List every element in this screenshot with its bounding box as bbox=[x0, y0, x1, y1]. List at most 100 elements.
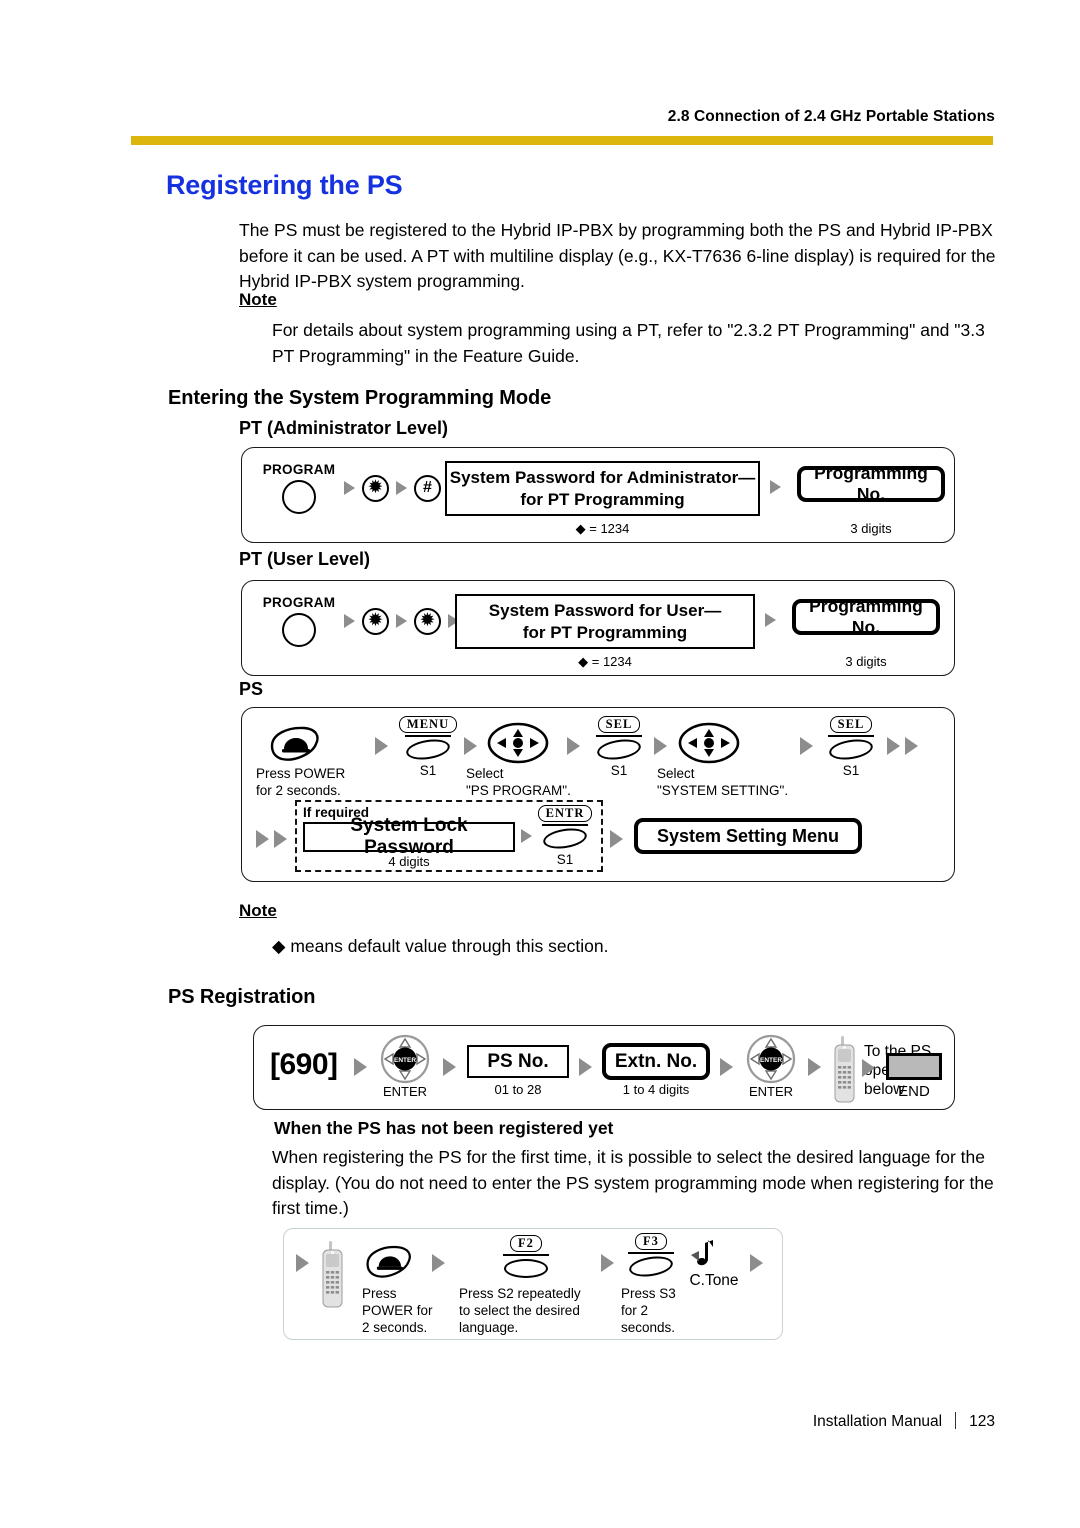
arrow-icon bbox=[256, 830, 269, 848]
arrow-icon bbox=[274, 830, 287, 848]
page-title: Registering the PS bbox=[166, 170, 403, 200]
power-caption-line2: for 2 seconds. bbox=[256, 783, 341, 798]
program-code-690: [690] bbox=[270, 1048, 338, 1081]
lang-step1-line2: POWER for bbox=[362, 1303, 433, 1318]
tone-label: C.Tone bbox=[689, 1272, 739, 1289]
arrow-icon bbox=[654, 737, 667, 755]
softkey-oval bbox=[504, 1259, 548, 1278]
header-rule bbox=[131, 136, 993, 145]
lang-step1-line3: 2 seconds. bbox=[362, 1320, 428, 1335]
password-box-line1: System Password for Administrator— bbox=[449, 467, 756, 487]
lang-step3-line2: for 2 bbox=[621, 1303, 649, 1318]
arrow-icon bbox=[296, 1254, 309, 1272]
footer: Installation Manual 123 bbox=[0, 1412, 995, 1431]
arrow-icon bbox=[720, 1058, 733, 1076]
ps-no-box: PS No. bbox=[467, 1045, 569, 1078]
softkey-oval bbox=[404, 736, 452, 763]
arrow-icon bbox=[443, 1058, 456, 1076]
ps-no-caption: 01 to 28 bbox=[494, 1082, 542, 1097]
arrow-icon bbox=[567, 737, 580, 755]
programming-no-caption: 3 digits bbox=[850, 521, 892, 536]
note2-label-wrap: Note bbox=[239, 901, 277, 921]
arrow-icon bbox=[800, 737, 813, 755]
entr-softkey-icon: ENTR S1 bbox=[537, 805, 593, 867]
sel-key-label: SEL bbox=[597, 716, 641, 733]
svg-text:ENTER: ENTER bbox=[760, 1057, 782, 1064]
password-default-caption: ◆ = 1234 bbox=[575, 521, 630, 536]
navigator-key-icon bbox=[487, 722, 549, 769]
footer-manual: Installation Manual bbox=[812, 1413, 943, 1430]
f2-key-label: F2 bbox=[510, 1235, 542, 1252]
entr-key-label: ENTR bbox=[537, 805, 593, 822]
star-key-icon: ✹ bbox=[362, 474, 389, 502]
arrow-icon bbox=[396, 481, 407, 495]
hash-key-icon: # bbox=[414, 474, 441, 502]
password-box-user: System Password for User— for PT Program… bbox=[455, 594, 755, 649]
power-caption: Press POWER for 2 seconds. bbox=[256, 765, 376, 799]
subheading-ps: PS bbox=[239, 679, 264, 699]
softkey-bar bbox=[596, 735, 642, 737]
navigator-caption-2: Select "SYSTEM SETTING". bbox=[657, 765, 842, 799]
program-key-circle bbox=[282, 480, 316, 514]
password-box-line1: System Password for User— bbox=[488, 600, 722, 620]
softkey-bar bbox=[828, 735, 874, 737]
arrow-icon bbox=[579, 1058, 592, 1076]
subheading-pt-user: PT (User Level) bbox=[239, 549, 371, 569]
program-key-circle bbox=[282, 613, 316, 647]
arrow-icon bbox=[905, 737, 918, 755]
extn-no-box: Extn. No. bbox=[602, 1043, 710, 1080]
arrow-icon bbox=[610, 830, 623, 848]
enter-navigator-icon-2: ENTER bbox=[743, 1034, 799, 1089]
diagram-pt-user: PROGRAM ✹ ✹ System Password for User— fo… bbox=[241, 580, 955, 676]
sel-softkey-icon-1: SEL S1 bbox=[592, 716, 646, 778]
footer-separator bbox=[955, 1412, 957, 1429]
arrow-icon bbox=[765, 613, 776, 627]
ps-handset-icon-2 bbox=[320, 1241, 346, 1314]
navigator-key-icon-2 bbox=[678, 722, 740, 769]
power-caption-2: Press POWER for 2 seconds. bbox=[362, 1285, 462, 1336]
arrow-icon bbox=[375, 737, 388, 755]
f2-softkey-icon: F2 bbox=[499, 1235, 553, 1278]
arrow-icon bbox=[770, 480, 781, 494]
menu-softkey-icon: MENU S1 bbox=[398, 716, 458, 778]
arrow-icon bbox=[354, 1058, 367, 1076]
program-key-user: PROGRAM bbox=[256, 595, 342, 647]
select-caption-line1: Select bbox=[657, 766, 695, 781]
note1-label-wrap: Note bbox=[239, 290, 277, 310]
programming-no-caption: 3 digits bbox=[845, 654, 887, 669]
f3-key-label: F3 bbox=[635, 1233, 667, 1250]
lang-step2-line2: to select the desired bbox=[459, 1303, 580, 1318]
softkey-bar bbox=[405, 735, 451, 737]
softkey-bar bbox=[542, 824, 588, 826]
lang-step3-line3: seconds. bbox=[621, 1320, 676, 1335]
softkey-oval bbox=[541, 825, 589, 852]
footer-page-number: 123 bbox=[969, 1413, 995, 1430]
arrow-icon bbox=[750, 1254, 763, 1272]
select-caption-line2: "SYSTEM SETTING". bbox=[657, 783, 789, 798]
f3-caption: Press S3 for 2 seconds. bbox=[621, 1285, 711, 1336]
arrow-icon bbox=[862, 1059, 875, 1077]
system-setting-menu-box: System Setting Menu bbox=[634, 818, 862, 854]
power-key-icon-2 bbox=[362, 1243, 414, 1286]
menu-key-label: MENU bbox=[398, 716, 458, 733]
running-head: 2.8 Connection of 2.4 GHz Portable Stati… bbox=[667, 108, 995, 125]
arrow-icon bbox=[887, 737, 900, 755]
softkey-bar bbox=[503, 1254, 549, 1256]
note1-text: For details about system programming usi… bbox=[272, 320, 985, 366]
password-default-caption: ◆ = 1234 bbox=[578, 654, 632, 669]
enter-caption-2: ENTER bbox=[748, 1084, 794, 1099]
softkey-oval bbox=[595, 736, 643, 763]
arrow-icon bbox=[344, 614, 355, 628]
arrow-icon bbox=[344, 481, 355, 495]
password-box-line2: for PT Programming bbox=[522, 622, 688, 642]
select-caption-line2: "PS PROGRAM". bbox=[466, 783, 571, 798]
registration-paragraph: When registering the PS for the first ti… bbox=[272, 1147, 994, 1218]
sel-softkey-caption: S1 bbox=[610, 763, 628, 778]
subheading-pt-admin: PT (Administrator Level) bbox=[239, 418, 449, 438]
arrow-icon bbox=[521, 829, 532, 843]
arrow-icon bbox=[464, 737, 477, 755]
arrow-icon bbox=[808, 1058, 821, 1076]
end-box bbox=[886, 1053, 942, 1080]
ps-handset-icon bbox=[832, 1036, 858, 1109]
extn-no-caption: 1 to 4 digits bbox=[622, 1082, 690, 1097]
